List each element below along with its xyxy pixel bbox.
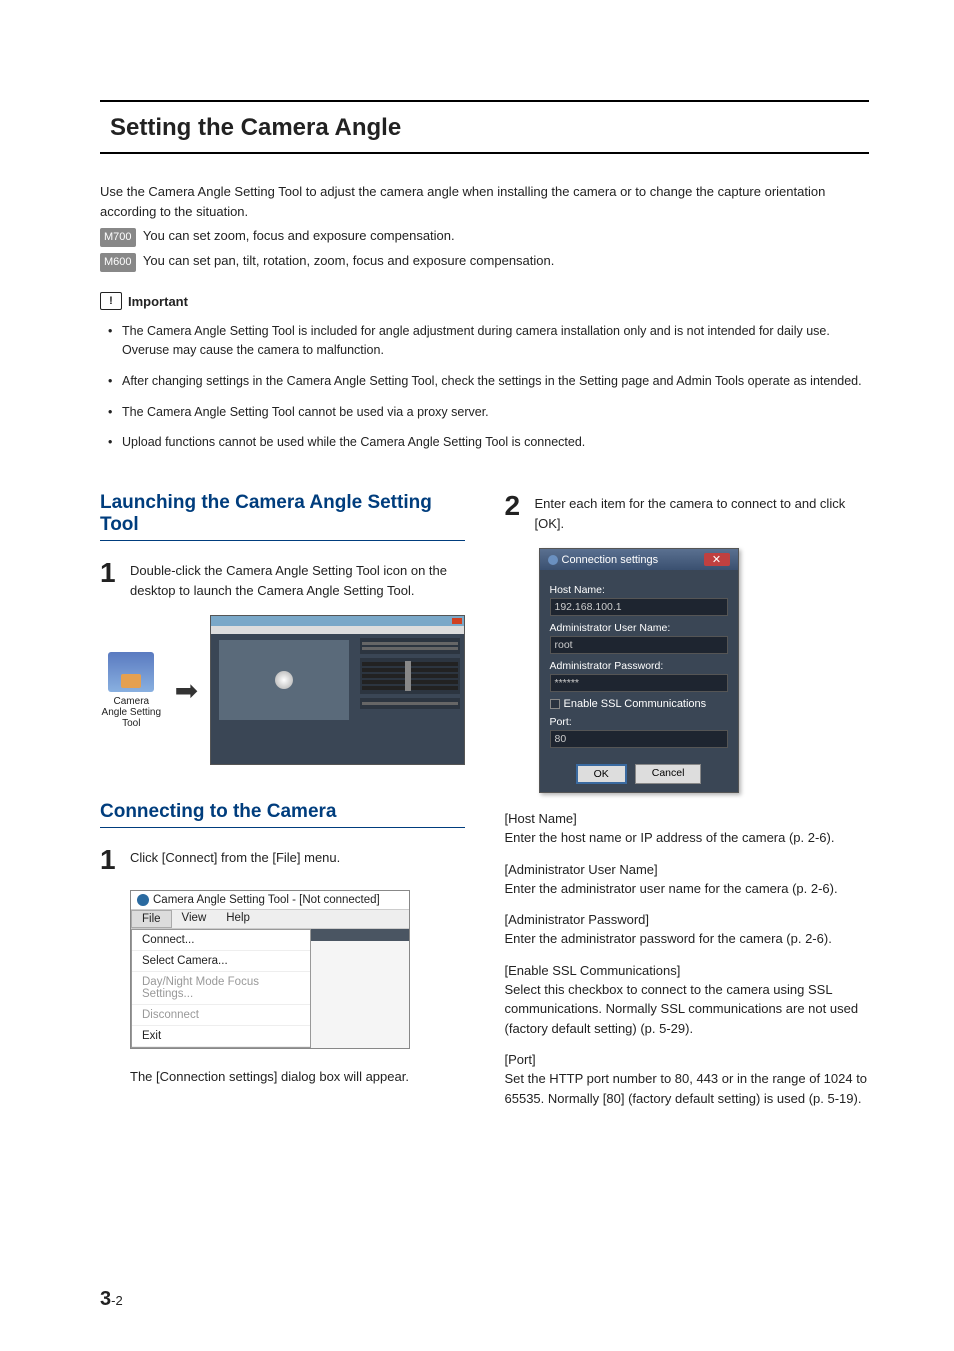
menu-help[interactable]: Help: [216, 910, 260, 928]
app-window-preview: [210, 615, 464, 765]
field-pass-title: [Administrator Password]: [505, 912, 870, 927]
admin-user-input[interactable]: root: [550, 636, 728, 654]
important-icon: !: [100, 292, 122, 310]
heading-connecting: Connecting to the Camera: [100, 801, 465, 828]
section-title: Setting the Camera Angle: [110, 114, 859, 142]
menu-item-exit[interactable]: Exit: [132, 1026, 310, 1047]
ssl-checkbox[interactable]: [550, 699, 560, 709]
important-title: Important: [128, 294, 188, 309]
dialog-title: Connection settings: [562, 554, 659, 566]
menu-file[interactable]: File: [131, 910, 172, 928]
field-user-desc: Enter the administrator user name for th…: [505, 879, 870, 899]
field-host-desc: Enter the host name or IP address of the…: [505, 828, 870, 848]
m600-line: M600 You can set pan, tilt, rotation, zo…: [100, 251, 869, 272]
section-title-box: Setting the Camera Angle: [100, 100, 869, 154]
admin-pass-label: Administrator Password:: [550, 660, 728, 672]
file-menu-figure: Camera Angle Setting Tool - [Not connect…: [130, 890, 410, 1049]
arrow-icon: ➡: [175, 674, 198, 707]
connect-step1-text: Click [Connect] from the [File] menu.: [130, 846, 340, 874]
field-ssl-desc: Select this checkbox to connect to the c…: [505, 980, 870, 1039]
page-footer: 3-2: [100, 1288, 123, 1311]
important-box: ! Important The Camera Angle Setting Too…: [100, 292, 869, 452]
admin-user-label: Administrator User Name:: [550, 622, 728, 634]
menu-item-disconnect[interactable]: Disconnect: [132, 1005, 310, 1026]
important-bullets: The Camera Angle Setting Tool is include…: [100, 322, 869, 452]
desktop-icon-label: Camera Angle Setting Tool: [100, 696, 163, 729]
step-number-1b: 1: [100, 846, 118, 874]
window-title: Camera Angle Setting Tool - [Not connect…: [153, 894, 380, 906]
desktop-icon: Camera Angle Setting Tool: [100, 652, 163, 729]
menu-item-select-camera[interactable]: Select Camera...: [132, 951, 310, 972]
app-icon: [137, 894, 149, 906]
step-number-2: 2: [505, 492, 523, 534]
field-user-title: [Administrator User Name]: [505, 862, 870, 877]
model-tag-m700: M700: [100, 228, 136, 247]
menu-item-connect[interactable]: Connect...: [132, 930, 310, 951]
port-label: Port:: [550, 716, 728, 728]
connect-caption: The [Connection settings] dialog box wil…: [130, 1067, 465, 1087]
intro-paragraph: Use the Camera Angle Setting Tool to adj…: [100, 182, 869, 222]
bullet-item: Upload functions cannot be used while th…: [108, 433, 869, 452]
page-number: -2: [111, 1293, 123, 1308]
model-tag-m600: M600: [100, 253, 136, 272]
ssl-label: Enable SSL Communications: [564, 698, 707, 710]
field-port-title: [Port]: [505, 1052, 870, 1067]
dialog-icon: [548, 555, 558, 565]
admin-pass-input[interactable]: ******: [550, 674, 728, 692]
bullet-item: After changing settings in the Camera An…: [108, 372, 869, 391]
field-pass-desc: Enter the administrator password for the…: [505, 929, 870, 949]
bullet-item: The Camera Angle Setting Tool is include…: [108, 322, 869, 360]
file-dropdown: Connect... Select Camera... Day/Night Mo…: [131, 929, 311, 1048]
connection-settings-dialog: Connection settings ✕ Host Name: 192.168…: [539, 548, 739, 793]
step-number-1: 1: [100, 559, 118, 601]
m600-text: You can set pan, tilt, rotation, zoom, f…: [140, 253, 555, 268]
cancel-button[interactable]: Cancel: [635, 764, 702, 784]
ok-button[interactable]: OK: [576, 764, 627, 784]
close-icon[interactable]: ✕: [704, 553, 730, 566]
field-port-desc: Set the HTTP port number to 80, 443 or i…: [505, 1069, 870, 1108]
m700-line: M700 You can set zoom, focus and exposur…: [100, 226, 869, 247]
chapter-number: 3: [100, 1288, 111, 1310]
camera-tool-icon: [108, 652, 154, 692]
step2-text: Enter each item for the camera to connec…: [535, 492, 870, 534]
field-host-title: [Host Name]: [505, 811, 870, 826]
bullet-item: The Camera Angle Setting Tool cannot be …: [108, 403, 869, 422]
m700-text: You can set zoom, focus and exposure com…: [140, 228, 455, 243]
port-input[interactable]: 80: [550, 730, 728, 748]
launch-figure: Camera Angle Setting Tool ➡: [100, 615, 465, 765]
field-ssl-title: [Enable SSL Communications]: [505, 963, 870, 978]
host-name-input[interactable]: 192.168.100.1: [550, 598, 728, 616]
menu-item-daynight[interactable]: Day/Night Mode Focus Settings...: [132, 972, 310, 1005]
heading-launching: Launching the Camera Angle Setting Tool: [100, 492, 465, 541]
launch-step1-text: Double-click the Camera Angle Setting To…: [130, 559, 465, 601]
menu-view[interactable]: View: [172, 910, 217, 928]
host-name-label: Host Name:: [550, 584, 728, 596]
